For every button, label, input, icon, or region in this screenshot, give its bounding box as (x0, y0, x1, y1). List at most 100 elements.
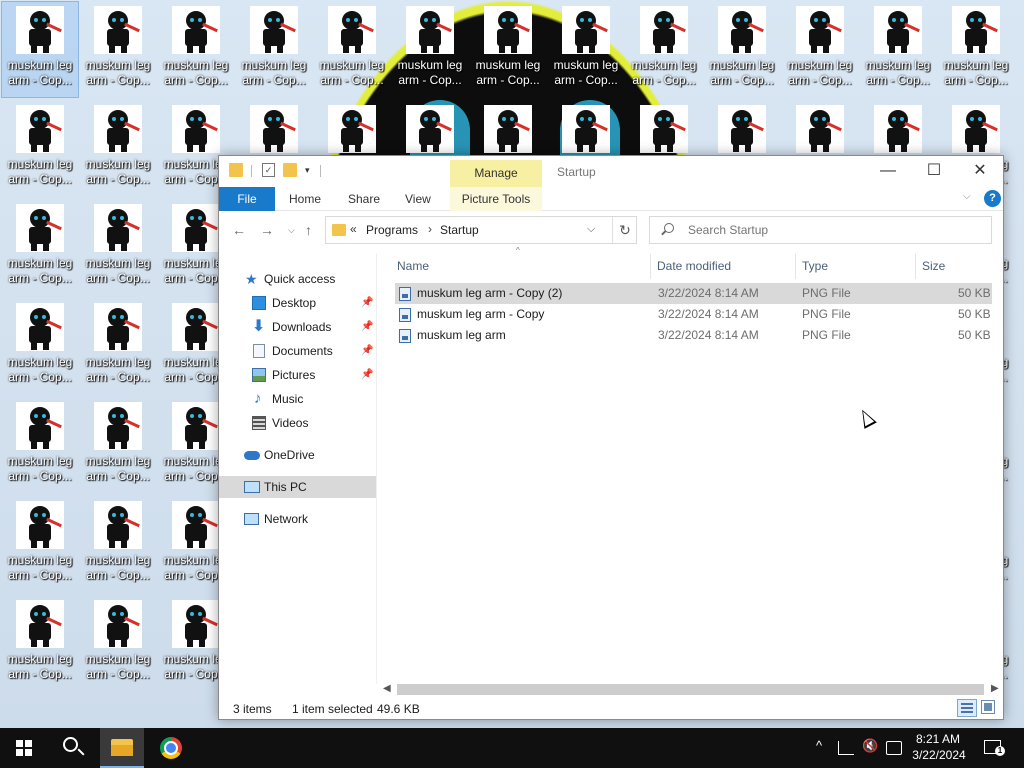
file-date: 3/22/2024 8:14 AM (658, 286, 759, 300)
minimize-button[interactable]: — (865, 156, 911, 186)
horizontal-scrollbar[interactable]: ◀ ▶ (379, 681, 1003, 697)
pin-icon[interactable]: 📌 (361, 364, 373, 386)
column-header-name[interactable]: Name (397, 254, 429, 279)
search-input[interactable] (688, 222, 978, 238)
desktop-icon-png-file[interactable]: muskum leg arm - Cop... (392, 2, 468, 97)
maximize-button[interactable]: ☐ (911, 156, 957, 186)
desktop-icon-png-file[interactable]: muskum leg arm - Cop... (314, 2, 390, 97)
details-view-icon[interactable] (957, 699, 977, 717)
desktop-icon-png-file[interactable]: muskum leg arm - Cop... (1, 1, 79, 98)
tab-file[interactable]: File (219, 187, 275, 211)
desktop-icon-png-file[interactable]: muskum leg arm - Cop... (80, 497, 156, 592)
tab-picture-tools[interactable]: Picture Tools (450, 187, 542, 211)
file-row[interactable]: muskum leg arm - Copy 3/22/2024 8:14 AM … (395, 304, 992, 325)
desktop-icon-png-file[interactable]: muskum leg arm - Cop... (2, 398, 78, 493)
refresh-icon[interactable]: ↻ (612, 217, 637, 243)
desktop-icon-png-file[interactable]: muskum leg arm - Cop... (80, 101, 156, 196)
desktop-icon-png-file[interactable]: muskum leg arm - Cop... (2, 299, 78, 394)
chevron-down-icon[interactable]: ⌵ (963, 191, 971, 202)
new-folder-icon[interactable] (283, 163, 297, 177)
taskbar-chrome[interactable] (148, 728, 196, 768)
desktop-icon-png-file[interactable]: muskum leg arm - Cop... (80, 2, 156, 97)
notifications-icon[interactable]: 1 (984, 740, 1005, 756)
column-divider[interactable] (795, 254, 796, 279)
pin-icon[interactable]: 📌 (361, 316, 373, 338)
desktop-icon-png-file[interactable]: muskum leg arm - Cop... (236, 2, 312, 97)
navigation-pane: ★ Quick access Desktop 📌 ⬇ Downloads 📌 D… (219, 254, 377, 684)
desktop-icon-png-file[interactable]: muskum leg arm - Cop... (782, 2, 858, 97)
desktop-icon-png-file[interactable]: muskum leg arm - Cop... (704, 2, 780, 97)
sidebar-item-pictures[interactable]: Pictures 📌 (219, 364, 376, 386)
pin-icon[interactable]: 📌 (361, 292, 373, 314)
title-bar[interactable]: ✓ ▾ Manage Startup — ☐ ✕ (219, 156, 1003, 187)
taskbar-file-explorer[interactable] (100, 728, 144, 768)
up-arrow-icon[interactable]: ↑ (305, 222, 312, 238)
tab-view[interactable]: View (405, 187, 431, 211)
manage-contextual-tab[interactable]: Manage (450, 160, 542, 187)
forward-arrow-icon[interactable]: → (260, 222, 274, 238)
sidebar-item-music[interactable]: ♪ Music (219, 388, 376, 410)
column-header-type[interactable]: Type (802, 254, 828, 279)
scroll-right-icon[interactable]: ▶ (991, 681, 999, 697)
desktop-icon-png-file[interactable]: muskum leg arm - Cop... (80, 299, 156, 394)
address-dropdown-icon[interactable]: ⌵ (587, 223, 595, 236)
properties-icon[interactable]: ✓ (262, 163, 275, 177)
help-icon[interactable]: ? (984, 190, 1001, 207)
desktop-icon-png-file[interactable]: muskum leg arm - Cop... (548, 2, 624, 97)
taskbar-search-button[interactable] (48, 728, 96, 768)
desktop-icon-png-file[interactable]: muskum leg arm - Cop... (2, 200, 78, 295)
stick-figure-thumbnail-icon (484, 6, 532, 54)
breadcrumb-overflow-icon[interactable]: « (350, 222, 357, 236)
sidebar-item-documents[interactable]: Documents 📌 (219, 340, 376, 362)
sidebar-item-this-pc[interactable]: This PC (219, 476, 376, 498)
column-header-date-modified[interactable]: Date modified (657, 254, 731, 279)
battery-icon[interactable] (886, 741, 902, 755)
scroll-left-icon[interactable]: ◀ (383, 681, 391, 697)
clock-date[interactable]: 3/22/2024 (910, 748, 968, 762)
column-divider[interactable] (915, 254, 916, 279)
desktop-icon-png-file[interactable]: muskum leg arm - Cop... (2, 596, 78, 691)
sidebar-item-network[interactable]: Network (219, 508, 376, 530)
start-button[interactable] (0, 728, 48, 768)
desktop-icon-png-file[interactable]: muskum leg arm - Cop... (80, 200, 156, 295)
column-header-size[interactable]: Size (922, 254, 945, 279)
clock-time[interactable]: 8:21 AM (914, 732, 962, 746)
desktop-icon-png-file[interactable]: muskum leg arm - Cop... (80, 398, 156, 493)
windows-logo-icon (16, 740, 32, 756)
file-row[interactable]: muskum leg arm - Copy (2) 3/22/2024 8:14… (395, 283, 992, 304)
sidebar-item-downloads[interactable]: ⬇ Downloads 📌 (219, 316, 376, 338)
desktop-icon-png-file[interactable]: muskum leg arm - Cop... (2, 101, 78, 196)
breadcrumb-startup[interactable]: Startup (440, 223, 479, 237)
sidebar-item-onedrive[interactable]: OneDrive (219, 444, 376, 466)
tab-share[interactable]: Share (348, 187, 380, 211)
address-bar[interactable]: « Programs › Startup ⌵ ↻ (325, 216, 637, 244)
column-divider[interactable] (650, 254, 651, 279)
scrollbar-thumb[interactable] (397, 684, 984, 695)
desktop-icon-png-file[interactable]: muskum leg arm - Cop... (938, 2, 1014, 97)
stick-figure-thumbnail-icon (94, 402, 142, 450)
sidebar-item-desktop[interactable]: Desktop 📌 (219, 292, 376, 314)
pin-icon[interactable]: 📌 (361, 340, 373, 362)
recent-locations-chevron-icon[interactable]: ⌵ (288, 225, 295, 236)
network-icon[interactable] (838, 741, 854, 755)
close-button[interactable]: ✕ (957, 156, 1003, 186)
breadcrumb-separator-icon[interactable]: › (428, 222, 432, 236)
volume-muted-icon[interactable]: 🔇 (862, 738, 878, 754)
back-arrow-icon[interactable]: ← (232, 222, 246, 238)
customize-toolbar-dropdown[interactable]: ▾ (305, 165, 310, 176)
desktop-icon-png-file[interactable]: muskum leg arm - Cop... (626, 2, 702, 97)
desktop-icon-png-file[interactable]: muskum leg arm - Cop... (2, 497, 78, 592)
desktop-icon-png-file[interactable]: muskum leg arm - Cop... (80, 596, 156, 691)
tab-home[interactable]: Home (289, 187, 321, 211)
breadcrumb-programs[interactable]: Programs (366, 223, 418, 237)
desktop-icon-label: muskum leg arm - Cop... (787, 58, 853, 87)
large-icons-view-icon[interactable] (981, 700, 995, 714)
search-box[interactable] (649, 216, 992, 244)
desktop-icon-png-file[interactable]: muskum leg arm - Cop... (158, 2, 234, 97)
file-row[interactable]: muskum leg arm 3/22/2024 8:14 AM PNG Fil… (395, 325, 992, 346)
sidebar-item-videos[interactable]: Videos (219, 412, 376, 434)
desktop-icon-png-file[interactable]: muskum leg arm - Cop... (470, 2, 546, 97)
show-hidden-icons-chevron-icon[interactable]: ^ (816, 738, 822, 753)
sidebar-item-quick-access[interactable]: ★ Quick access (219, 268, 376, 290)
desktop-icon-png-file[interactable]: muskum leg arm - Cop... (860, 2, 936, 97)
